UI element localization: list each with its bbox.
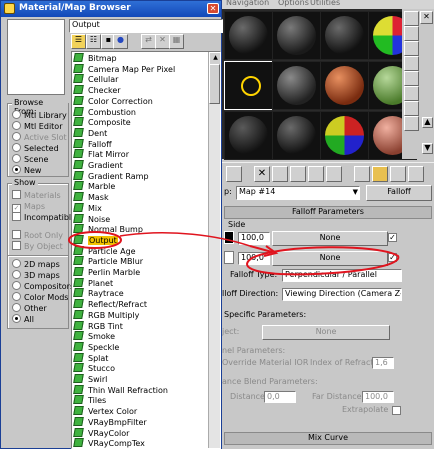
annotation-overlay	[68, 231, 400, 276]
annotation-arrow-line-2	[119, 232, 251, 247]
annotation-ellipse-output	[68, 231, 122, 249]
